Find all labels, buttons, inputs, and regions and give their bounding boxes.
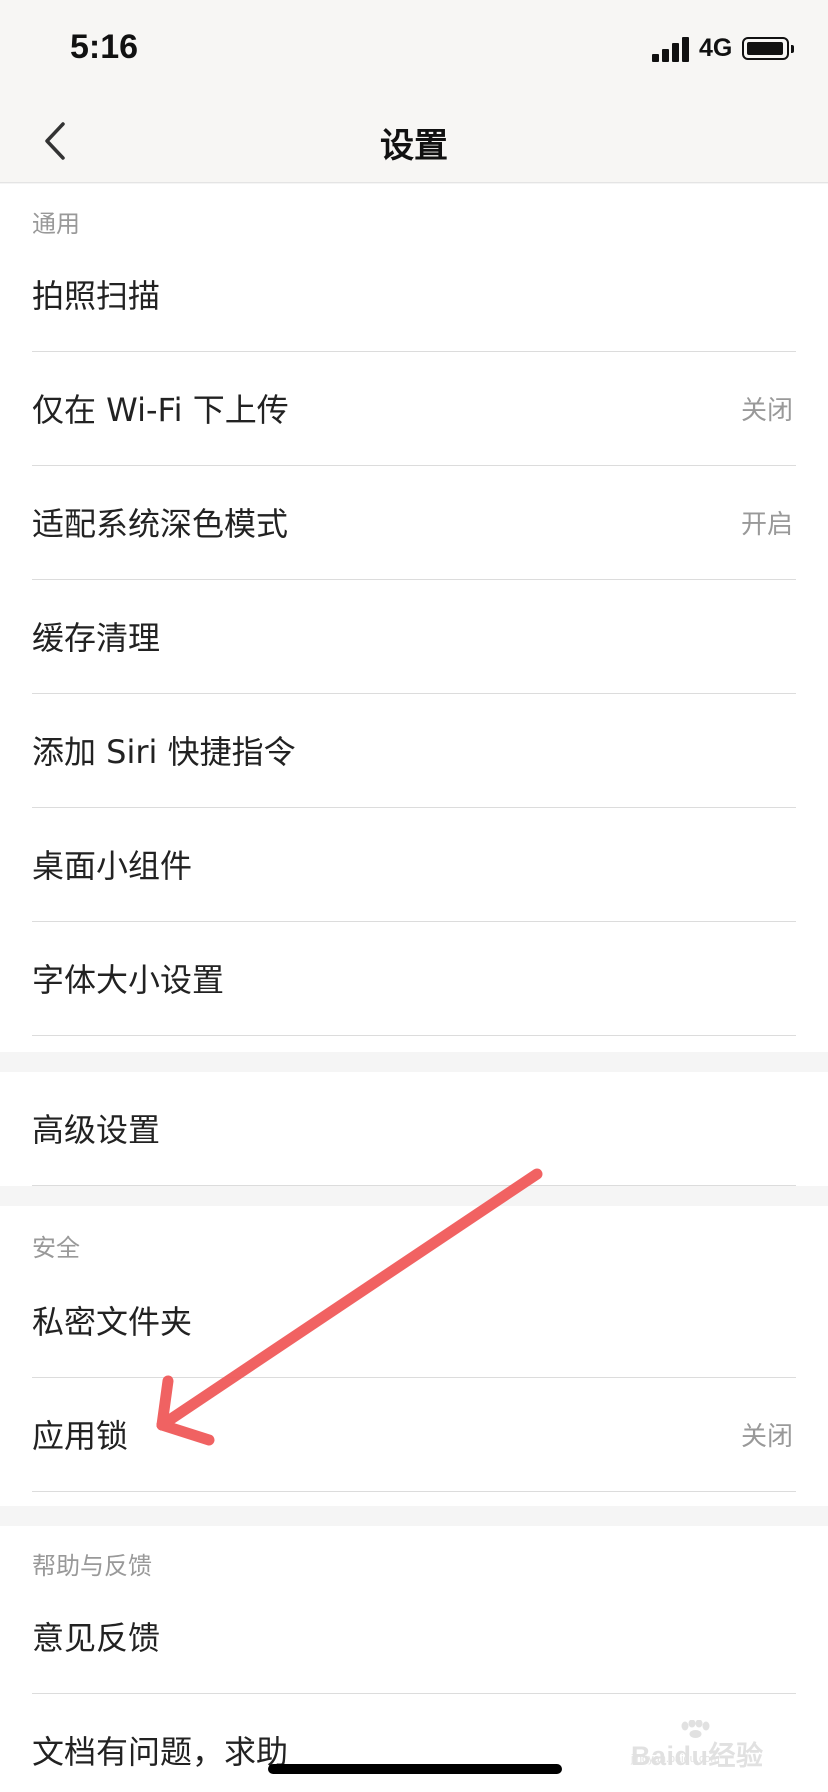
row-label: 拍照扫描: [32, 277, 161, 315]
row-label: 添加 Siri 快捷指令: [32, 733, 296, 771]
baidu-watermark: Baidu经验 jingyan.baidu.com: [631, 1720, 791, 1771]
home-indicator[interactable]: [268, 1764, 562, 1774]
row-app-lock[interactable]: 应用锁 关闭: [0, 1378, 828, 1492]
network-type: 4G: [699, 34, 733, 62]
row-photo-scan[interactable]: 拍照扫描: [0, 238, 828, 352]
row-value: 关闭: [740, 396, 793, 426]
battery-icon: [742, 37, 794, 60]
row-dark-mode[interactable]: 适配系统深色模式 开启: [0, 466, 828, 580]
row-label: 文档有问题，求助: [32, 1733, 289, 1771]
row-private-folder[interactable]: 私密文件夹: [0, 1264, 828, 1378]
signal-bars-icon: [652, 36, 690, 62]
settings-screen: 5:16 4G 设置 通用 拍照扫描 仅在 Wi-Fi 下上传 关闭 适配系统深…: [0, 0, 828, 1792]
row-label: 适配系统深色模式: [32, 505, 289, 543]
section-header-help: 帮助与反馈: [32, 1552, 152, 1580]
divider: [32, 1035, 796, 1036]
row-widget[interactable]: 桌面小组件: [0, 808, 828, 922]
row-feedback[interactable]: 意见反馈: [0, 1580, 828, 1694]
section-header-general: 通用: [32, 210, 80, 238]
row-label: 高级设置: [32, 1111, 161, 1149]
row-label: 字体大小设置: [32, 961, 225, 999]
section-header-security: 安全: [32, 1234, 80, 1262]
row-value: 开启: [740, 510, 793, 540]
row-cache-clean[interactable]: 缓存清理: [0, 580, 828, 694]
security-section: 安全 私密文件夹 应用锁 关闭: [0, 1206, 828, 1506]
top-bar: 5:16 4G 设置: [0, 0, 828, 183]
divider: [32, 1491, 796, 1492]
row-label: 应用锁: [32, 1417, 129, 1455]
watermark-site: jingyan.baidu.com: [631, 1753, 720, 1765]
row-siri-shortcut[interactable]: 添加 Siri 快捷指令: [0, 694, 828, 808]
status-time: 5:16: [70, 28, 139, 66]
row-wifi-upload[interactable]: 仅在 Wi-Fi 下上传 关闭: [0, 352, 828, 466]
row-value: 关闭: [740, 1422, 793, 1452]
general-section: 通用 拍照扫描 仅在 Wi-Fi 下上传 关闭 适配系统深色模式 开启 缓存清理…: [0, 184, 828, 1052]
row-font-size[interactable]: 字体大小设置: [0, 922, 828, 1036]
advanced-section: 高级设置: [0, 1072, 828, 1186]
row-label: 仅在 Wi-Fi 下上传: [32, 391, 289, 429]
row-advanced-settings[interactable]: 高级设置: [0, 1072, 828, 1186]
row-label: 缓存清理: [32, 619, 161, 657]
row-label: 意见反馈: [32, 1619, 161, 1657]
row-label: 桌面小组件: [32, 847, 193, 885]
divider: [32, 1185, 796, 1186]
row-label: 私密文件夹: [32, 1303, 193, 1341]
page-title: 设置: [380, 126, 448, 166]
